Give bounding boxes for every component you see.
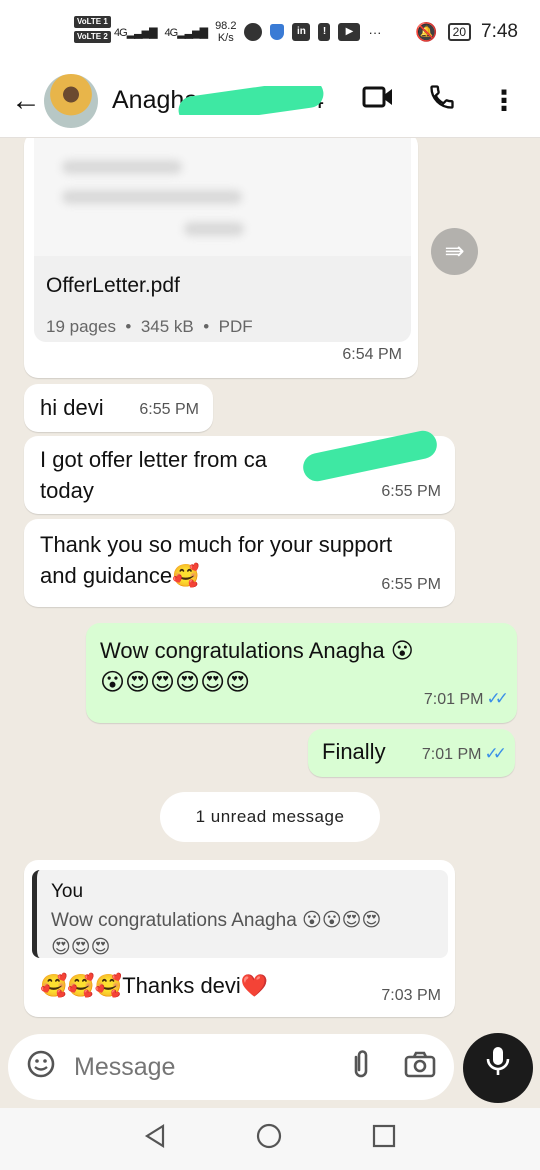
- signal-1-label: 4G: [114, 26, 128, 39]
- clock: 7:48: [481, 21, 518, 42]
- document-pages: 19 pages: [46, 317, 116, 336]
- battery-level: 20: [452, 25, 467, 39]
- message-status: 7:01 PM ✓✓: [423, 683, 509, 715]
- contact-name[interactable]: Anagha4: [112, 86, 332, 115]
- message-text: Finally: [322, 739, 386, 764]
- message-time: 7:03 PM: [381, 987, 441, 1004]
- battery-icon: 20: [447, 23, 472, 41]
- quote-emoji: 😮😮😍😍: [302, 909, 382, 931]
- status-left: 4G▂▃▅▇ 4G▂▃▅▇ 98.2 K/s in ! ▶ ···: [114, 20, 381, 44]
- recents-square-icon[interactable]: [372, 1124, 396, 1155]
- smiling-hearts-emoji: 🥰🥰🥰: [40, 974, 123, 999]
- outgoing-message[interactable]: Wow congratulations Anagha 😮 😮😍😍😍😍😍 7:01…: [86, 623, 517, 723]
- message-time: 7:01 PM: [421, 746, 482, 763]
- message-time: 6:54 PM: [342, 346, 402, 363]
- message-text-line2: today: [40, 478, 94, 503]
- video-call-icon[interactable]: [362, 85, 394, 116]
- message-time: 6:55 PM: [381, 483, 441, 500]
- sticker-icon[interactable]: [26, 1049, 56, 1086]
- chat-header: ← Anagha4 ⋮: [0, 64, 540, 138]
- mic-icon[interactable]: [463, 1033, 533, 1103]
- volte-2-badge: VoLTE 2: [74, 31, 111, 43]
- incoming-message[interactable]: hi devi 6:55 PM: [24, 384, 213, 432]
- network-speed: 98.2 K/s: [215, 20, 236, 44]
- signal-2-icon: 4G▂▃▅▇: [164, 26, 209, 39]
- volte-indicators: VoLTE 1 VoLTE 2: [74, 16, 111, 43]
- back-arrow-icon[interactable]: ←: [2, 84, 50, 118]
- message-text-line2: and guidance: [40, 563, 173, 588]
- home-circle-icon[interactable]: [256, 1123, 282, 1156]
- message-status: 7:01 PM ✓✓: [421, 738, 507, 770]
- document-info[interactable]: OfferLetter.pdf 19 pages • 345 kB • PDF: [34, 256, 411, 342]
- phone-icon[interactable]: [428, 83, 456, 118]
- speed-value: 98.2: [215, 20, 237, 32]
- quote-text: Wow congratulations Anagha 😮😮😍😍: [51, 907, 434, 934]
- message-compose-bar: [8, 1034, 454, 1100]
- document-type: PDF: [218, 317, 253, 336]
- message-text: Thanks devi: [122, 973, 241, 998]
- avatar[interactable]: [44, 73, 98, 128]
- quoted-message[interactable]: You Wow congratulations Anagha 😮😮😍😍 😍😍😍: [32, 870, 448, 958]
- message-time: 6:55 PM: [381, 576, 441, 593]
- quote-author: You: [51, 881, 84, 902]
- more-vert-icon[interactable]: ⋮: [490, 84, 518, 117]
- linkedin-icon: in: [292, 23, 311, 41]
- compose-actions: [350, 1049, 436, 1086]
- youtube-icon: ▶: [338, 23, 361, 41]
- speed-unit: K/s: [217, 32, 234, 44]
- quote-emoji-line: 😍😍😍: [51, 936, 111, 958]
- whatsapp-icon: [244, 23, 263, 41]
- redaction-mark: [176, 86, 326, 115]
- reply-text: 🥰🥰🥰Thanks devi❤️: [40, 970, 268, 1002]
- document-size: 345 kB: [140, 317, 194, 336]
- notification-icon: !: [318, 23, 331, 41]
- camera-icon[interactable]: [404, 1050, 436, 1085]
- status-bar: VoLTE 1 VoLTE 2 4G▂▃▅▇ 4G▂▃▅▇ 98.2 K/s i…: [0, 0, 540, 64]
- attach-icon[interactable]: [350, 1049, 372, 1086]
- quote-text-body: Wow congratulations Anagha: [51, 910, 297, 931]
- signal-2-label: 4G: [164, 26, 179, 39]
- document-preview[interactable]: [34, 138, 411, 256]
- signal-1-icon: 4G▂▃▅▇: [114, 26, 158, 39]
- message-text: hi devi: [40, 395, 104, 420]
- more-indicator: ···: [368, 24, 382, 40]
- incoming-reply-message[interactable]: You Wow congratulations Anagha 😮😮😍😍 😍😍😍 …: [24, 860, 455, 1017]
- smiling-hearts-emoji: 🥰: [172, 564, 200, 589]
- volte-1-badge: VoLTE 1: [74, 16, 111, 28]
- shield-icon: [270, 24, 285, 40]
- forward-icon[interactable]: ⇛: [431, 228, 478, 275]
- read-ticks-icon: ✓✓: [486, 689, 509, 708]
- document-file-name: OfferLetter.pdf: [46, 274, 180, 297]
- message-time: 7:01 PM: [423, 691, 484, 708]
- outgoing-message[interactable]: Finally 7:01 PM ✓✓: [308, 729, 515, 777]
- status-right: 🔕 20 7:48: [415, 21, 518, 43]
- system-nav-bar: [0, 1108, 540, 1170]
- unread-divider: 1 unread message: [160, 792, 380, 842]
- read-ticks-icon: ✓✓: [484, 744, 507, 763]
- message-time: 6:55 PM: [139, 401, 199, 418]
- document-message[interactable]: OfferLetter.pdf 19 pages • 345 kB • PDF …: [24, 138, 418, 378]
- chat-area[interactable]: OfferLetter.pdf 19 pages • 345 kB • PDF …: [0, 138, 540, 1030]
- surprised-emoji: 😮: [390, 639, 414, 664]
- message-input[interactable]: [74, 1052, 324, 1082]
- back-triangle-icon[interactable]: [144, 1123, 166, 1155]
- document-meta: 19 pages • 345 kB • PDF: [46, 317, 253, 336]
- incoming-message[interactable]: Thank you so much for your support and g…: [24, 519, 455, 607]
- incoming-message[interactable]: I got offer letter from ca today 6:55 PM: [24, 428, 455, 514]
- header-actions: ⋮: [362, 83, 518, 118]
- heart-emoji: ❤️: [240, 974, 269, 999]
- message-text-line1: Thank you so much for your support: [40, 532, 393, 557]
- message-text-line1: Wow congratulations Anagha: [100, 638, 385, 663]
- mute-icon: 🔕: [415, 21, 438, 42]
